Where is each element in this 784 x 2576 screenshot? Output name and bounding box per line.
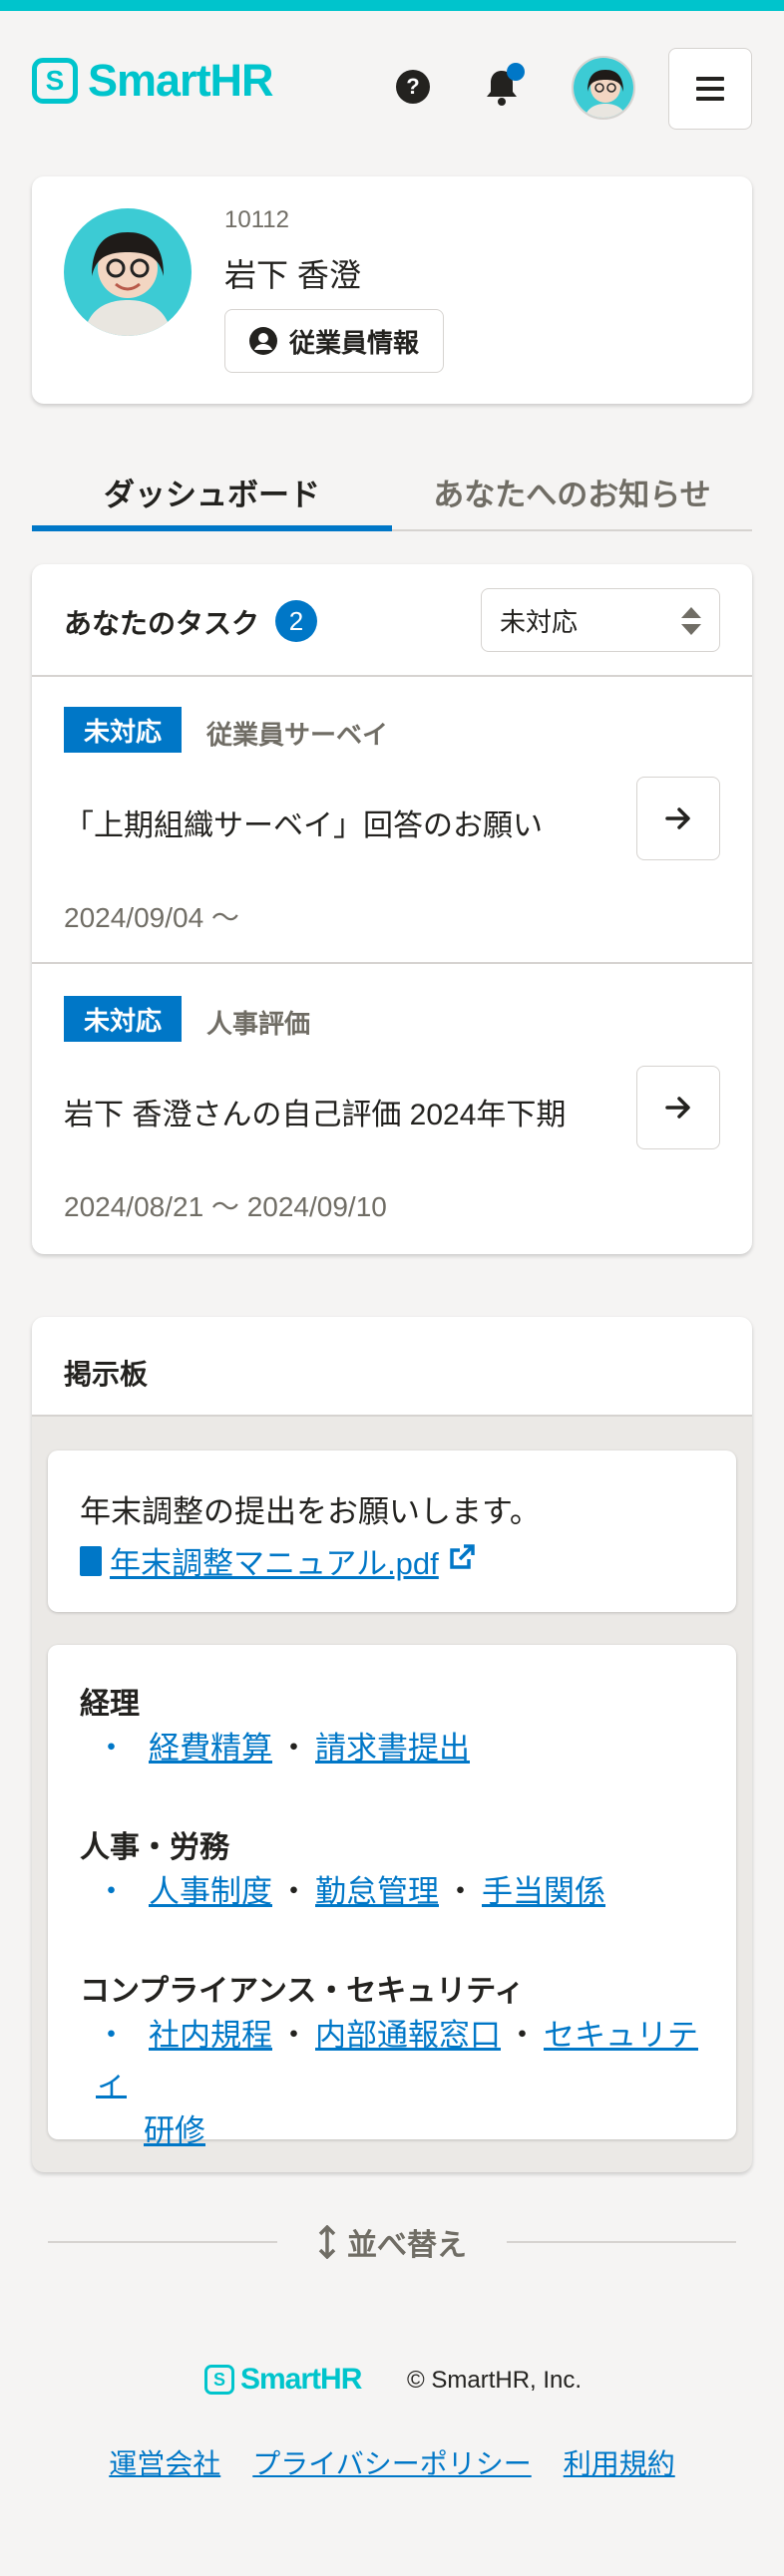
link-regulations[interactable]: 社内規程 [149,2018,272,2053]
footer-links: 運営会社 プライバシーポリシー 利用規約 [0,2442,784,2482]
task-item: 未対応 人事評価 岩下 香澄さんの自己評価 2024年下期 2024/08/21… [32,966,752,1253]
link-invoice[interactable]: 請求書提出 [315,1731,470,1766]
profile-card: 10112 岩下 香澄 従業員情報 [32,176,752,404]
task-status-select[interactable]: 未対応 [481,588,720,652]
vertical-arrows-icon [318,2225,336,2259]
help-icon[interactable]: ? [396,70,430,104]
task-item: 未対応 従業員サーベイ 「上期組織サーベイ」回答のお願い 2024/09/04 … [32,677,752,964]
user-circle-icon [248,327,277,355]
menu-button[interactable] [668,48,752,130]
sort-label: 並べ替え [347,2229,467,2262]
section-links-accounting: ・経費精算・請求書提出 [96,1731,470,1766]
user-avatar[interactable] [572,56,635,120]
task-status-tag: 未対応 [64,707,183,753]
link-whistleblower[interactable]: 内部通報窓口 [315,2018,501,2053]
task-count-badge: 2 [275,600,317,642]
task-date: 2024/08/21 〜 2024/09/10 [64,1191,387,1222]
smarthr-logo[interactable]: S SmartHR [32,55,274,107]
status-select-value: 未対応 [500,606,579,637]
section-links-hr: ・人事制度・勤怠管理・手当関係 [96,1874,605,1909]
arrow-right-icon [665,807,690,829]
footer-link-terms[interactable]: 利用規約 [564,2442,675,2482]
section-title-compliance: コンプライアンス・セキュリティ [80,1975,525,2008]
employee-info-button[interactable]: 従業員情報 [224,309,444,373]
top-accent-bar [0,0,784,11]
link-training[interactable]: 研修 [144,2113,205,2148]
dashboard-tabs: ダッシュボード あなたへのお知らせ [32,454,752,531]
logo-mark-icon: S [204,2365,234,2395]
section-title-hr: 人事・労務 [80,1831,229,1864]
task-category: 人事評価 [206,1009,311,1039]
bulletin-board: 掲示板 年末調整の提出をお願いします。 年末調整マニュアル.pdf 経理 ・経費… [32,1317,752,2172]
task-status-tag: 未対応 [64,996,183,1042]
section-links-compliance: ・社内規程・内部通報窓口・セキュリティ 研修 [96,2018,698,2148]
app-header: S SmartHR ? [0,11,784,146]
bulletin-title: 掲示板 [64,1359,149,1390]
sort-button[interactable]: 並べ替え [307,2217,477,2267]
task-title: 「上期組織サーベイ」回答のお願い [64,809,543,842]
tab-notifications[interactable]: あなたへのお知らせ [392,454,752,529]
link-expense[interactable]: 経費精算 [149,1731,272,1766]
link-hr-system[interactable]: 人事制度 [149,1874,272,1909]
tasks-header: あなたのタスク 2 未対応 [32,564,752,677]
employee-name: 岩下 香澄 [224,257,361,293]
post-text: 年末調整の提出をお願いします。 [80,1494,541,1529]
notification-badge [507,63,525,81]
footer-link-company[interactable]: 運営会社 [109,2442,220,2482]
logo-mark-icon: S [32,58,78,104]
manual-pdf-link-text: 年末調整マニュアル.pdf [110,1546,439,1581]
sort-row: 並べ替え [48,2217,736,2267]
divider [507,2241,736,2243]
footer-logo-text: SmartHR [240,2363,362,2396]
employee-info-label: 従業員情報 [288,327,419,358]
task-date: 2024/09/04 〜 [64,902,239,933]
task-category: 従業員サーベイ [206,720,389,750]
open-task-button[interactable] [636,1066,720,1149]
file-icon [80,1545,102,1576]
tasks-panel: あなたのタスク 2 未対応 未対応 従業員サーベイ 「上期組織サーベイ」回答のお… [32,564,752,1254]
profile-avatar [64,208,192,336]
divider [48,2241,277,2243]
logo-text: SmartHR [88,55,274,106]
footer-link-privacy[interactable]: プライバシーポリシー [252,2442,531,2482]
open-task-button[interactable] [636,777,720,860]
link-allowances[interactable]: 手当関係 [482,1874,605,1909]
section-title-accounting: 経理 [80,1688,140,1721]
bulletin-header: 掲示板 [32,1317,752,1417]
tasks-title: あなたのタスク [64,608,260,639]
employee-number: 10112 [224,206,289,233]
bulletin-post: 経理 ・経費精算・請求書提出 人事・労務 ・人事制度・勤怠管理・手当関係 コンプ… [48,1645,736,2148]
hamburger-icon [696,77,724,81]
manual-pdf-link[interactable]: 年末調整マニュアル.pdf [80,1538,477,1583]
tab-dashboard[interactable]: ダッシュボード [32,454,392,531]
arrow-right-icon [665,1097,690,1119]
bulletin-post: 年末調整の提出をお願いします。 年末調整マニュアル.pdf [48,1450,736,1612]
link-attendance[interactable]: 勤怠管理 [315,1874,439,1909]
copyright: © SmartHR, Inc. [407,2367,583,2394]
footer-logo[interactable]: S SmartHR [204,2363,362,2397]
external-link-icon [447,1542,477,1580]
task-title: 岩下 香澄さんの自己評価 2024年下期 [64,1099,567,1131]
sort-arrows-icon [681,607,701,635]
